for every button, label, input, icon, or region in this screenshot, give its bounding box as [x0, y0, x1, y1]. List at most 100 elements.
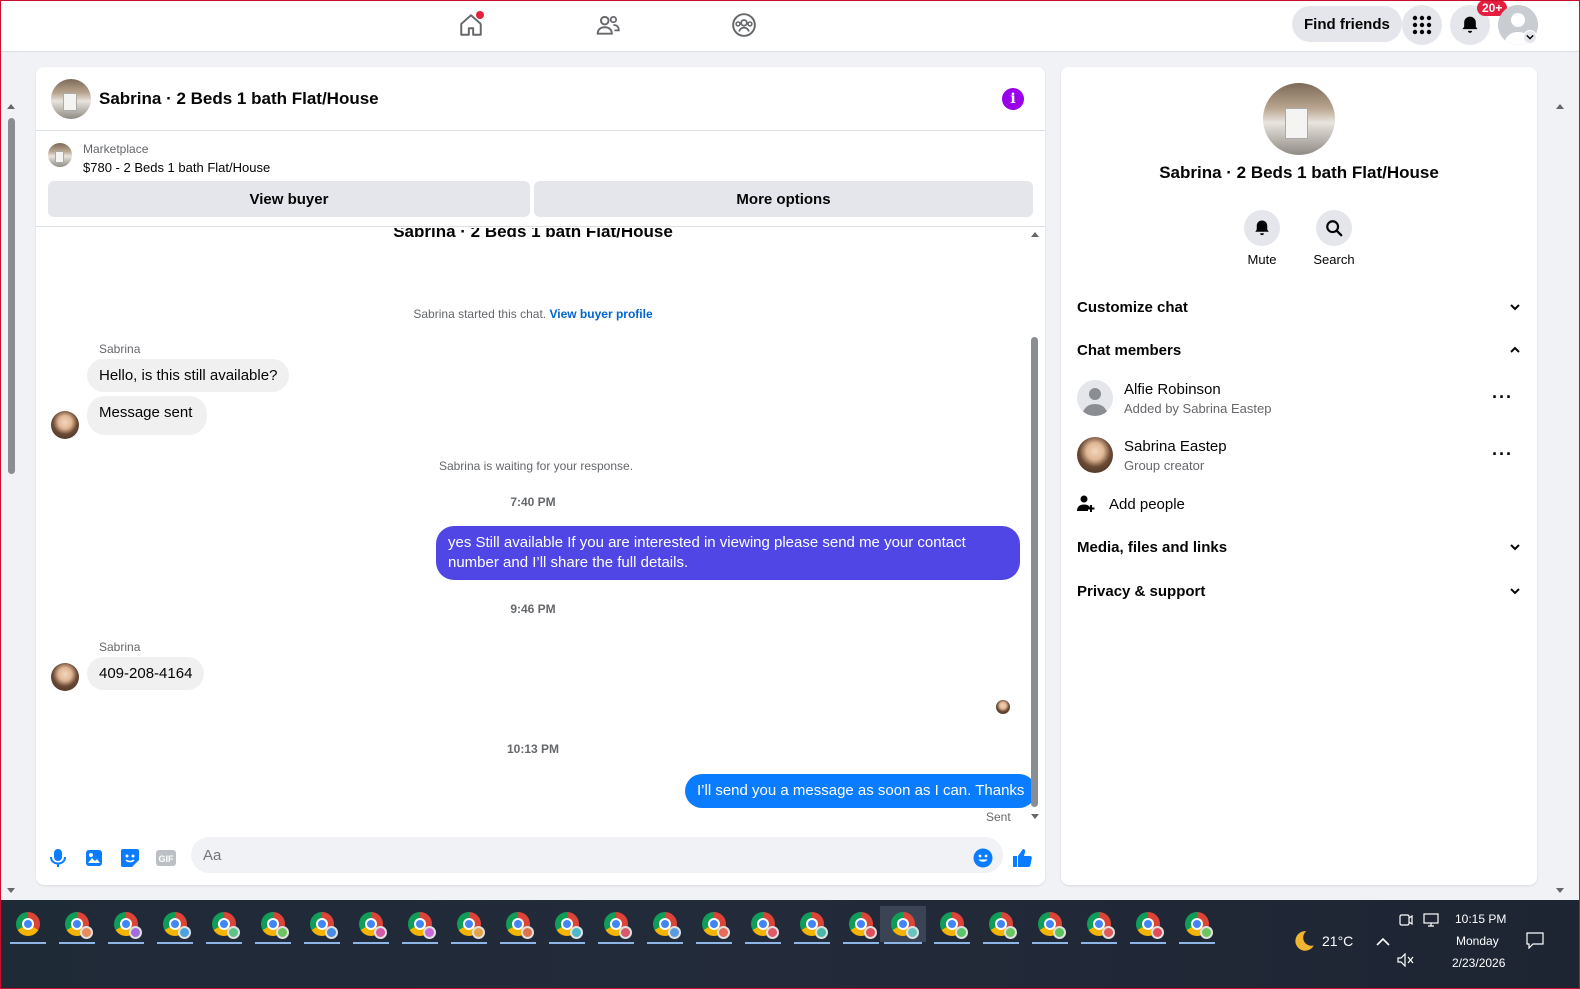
- sender-name: Sabrina: [99, 342, 141, 356]
- outgoing-message-bubble[interactable]: yes Still available If you are intereste…: [436, 526, 1020, 580]
- page-scrollbar-thumb[interactable]: [8, 118, 15, 474]
- sender-name: Sabrina: [99, 640, 141, 654]
- sender-avatar[interactable]: [51, 663, 79, 691]
- customize-chat-section[interactable]: Customize chat: [1077, 295, 1521, 319]
- message-input[interactable]: [191, 837, 1003, 873]
- clock-day[interactable]: Monday: [1456, 934, 1499, 948]
- groups-icon[interactable]: [724, 8, 764, 42]
- top-navigation-bar: Find friends 20+: [0, 0, 1580, 52]
- chat-info-name: Sabrina · 2 Beds 1 bath Flat/House: [1159, 163, 1439, 182]
- chrome-profile-taskbar-icon[interactable]: [300, 906, 344, 944]
- privacy-support-section[interactable]: Privacy & support: [1077, 579, 1521, 603]
- right-scroll-up-arrow-icon[interactable]: [1556, 104, 1564, 109]
- chat-info-avatar[interactable]: [1263, 83, 1335, 155]
- chat-avatar[interactable]: [51, 79, 91, 119]
- search-label[interactable]: Search: [1299, 252, 1369, 267]
- chrome-profile-taskbar-icon[interactable]: [1126, 906, 1170, 944]
- more-options-button[interactable]: More options: [534, 181, 1033, 217]
- find-friends-button[interactable]: Find friends: [1292, 6, 1402, 42]
- chrome-profile-taskbar-icon[interactable]: [594, 906, 638, 944]
- view-buyer-profile-link[interactable]: View buyer profile: [549, 307, 652, 321]
- weather-temperature[interactable]: 21°C: [1322, 933, 1353, 949]
- member-avatar[interactable]: [1077, 380, 1113, 416]
- volume-muted-icon[interactable]: [1397, 952, 1415, 972]
- account-chevron-down-icon[interactable]: [1523, 30, 1537, 44]
- more-options-icon[interactable]: ···: [1492, 387, 1513, 408]
- listing-thumbnail[interactable]: [48, 143, 72, 167]
- chrome-profile-taskbar-icon[interactable]: [979, 906, 1023, 944]
- search-icon[interactable]: [1316, 210, 1352, 246]
- chrome-profile-taskbar-icon[interactable]: [153, 906, 197, 944]
- menu-grid-icon[interactable]: [1402, 5, 1442, 45]
- mute-bell-icon[interactable]: [1244, 210, 1280, 246]
- chat-started-notice: Sabrina started this chat. View buyer pr…: [36, 307, 1033, 321]
- message-bubble[interactable]: Hello, is this still available?: [87, 359, 290, 392]
- chrome-profile-taskbar-icon[interactable]: [1077, 906, 1121, 944]
- scroll-up-arrow-icon[interactable]: [1031, 232, 1039, 237]
- privacy-support-label: Privacy & support: [1077, 582, 1206, 600]
- chat-title[interactable]: Sabrina · 2 Beds 1 bath Flat/House: [99, 89, 379, 109]
- chrome-profile-taskbar-icon[interactable]: [55, 906, 99, 944]
- chrome-profile-taskbar-icon[interactable]: [496, 906, 540, 944]
- microphone-icon[interactable]: [47, 847, 69, 869]
- message-scrollbar[interactable]: [1030, 232, 1040, 822]
- meet-now-icon[interactable]: [1399, 913, 1413, 932]
- chrome-profile-taskbar-icon[interactable]: [692, 906, 736, 944]
- add-people-button[interactable]: Add people: [1077, 492, 1521, 516]
- chrome-profile-taskbar-icon[interactable]: [202, 906, 246, 944]
- message-bubble[interactable]: 409-208-4164: [87, 657, 205, 690]
- listing-title[interactable]: $780 - 2 Beds 1 bath Flat/House: [83, 160, 270, 175]
- chat-members-section[interactable]: Chat members: [1077, 338, 1521, 362]
- more-options-icon[interactable]: ···: [1492, 444, 1513, 465]
- sticker-icon[interactable]: [119, 847, 141, 869]
- chrome-profile-taskbar-icon[interactable]: [398, 906, 442, 944]
- chrome-profile-taskbar-icon[interactable]: [1175, 906, 1219, 944]
- chrome-profile-taskbar-icon[interactable]: [1028, 906, 1072, 944]
- chrome-profile-taskbar-icon[interactable]: [643, 906, 687, 944]
- member-row[interactable]: Sabrina Eastep Group creator ···: [1077, 436, 1521, 480]
- chrome-profile-taskbar-icon[interactable]: [447, 906, 491, 944]
- weather-moon-icon[interactable]: [1290, 928, 1316, 959]
- gif-icon[interactable]: GIF: [155, 847, 177, 869]
- home-icon[interactable]: [451, 8, 491, 42]
- message-scrollbar-thumb[interactable]: [1031, 337, 1038, 807]
- friends-icon[interactable]: [588, 8, 628, 42]
- photo-icon[interactable]: [83, 847, 105, 869]
- marketplace-listing-row: Marketplace $780 - 2 Beds 1 bath Flat/Ho…: [36, 131, 1045, 227]
- message-list[interactable]: Sabrina · 2 Beds 1 bath Flat/House Sabri…: [36, 228, 1045, 828]
- chat-members-label: Chat members: [1077, 341, 1182, 359]
- clock-date[interactable]: 2/23/2026: [1452, 956, 1505, 970]
- clock-time[interactable]: 10:15 PM: [1455, 912, 1506, 926]
- chevron-down-icon: [1510, 304, 1520, 311]
- chrome-profile-taskbar-icon[interactable]: [790, 906, 834, 944]
- right-scroll-down-arrow-icon[interactable]: [1556, 888, 1564, 893]
- view-buyer-button[interactable]: View buyer: [48, 181, 530, 217]
- emoji-icon[interactable]: [972, 847, 994, 869]
- page-scrollbar[interactable]: [4, 100, 18, 893]
- chrome-profile-taskbar-icon[interactable]: [545, 906, 589, 944]
- chrome-profile-taskbar-icon[interactable]: [930, 906, 974, 944]
- chrome-profile-taskbar-icon[interactable]: [741, 906, 785, 944]
- show-hidden-icons-chevron-icon[interactable]: [1376, 934, 1390, 952]
- media-files-section[interactable]: Media, files and links: [1077, 535, 1521, 559]
- outgoing-message-bubble[interactable]: I’ll send you a message as soon as I can…: [685, 774, 1037, 808]
- notification-center-icon[interactable]: [1526, 932, 1544, 954]
- chrome-profile-taskbar-icon[interactable]: [251, 906, 295, 944]
- member-row[interactable]: Alfie Robinson Added by Sabrina Eastep ·…: [1077, 379, 1521, 423]
- mute-label[interactable]: Mute: [1227, 252, 1297, 267]
- scroll-up-arrow-icon[interactable]: [7, 104, 15, 109]
- chrome-profile-taskbar-icon-active[interactable]: [880, 906, 926, 944]
- chrome-profile-taskbar-icon[interactable]: [104, 906, 148, 944]
- scroll-down-arrow-icon[interactable]: [7, 888, 15, 893]
- scroll-down-arrow-icon[interactable]: [1031, 814, 1039, 819]
- member-avatar[interactable]: [1077, 437, 1113, 473]
- network-icon[interactable]: [1423, 913, 1439, 932]
- chrome-profile-taskbar-icon[interactable]: [349, 906, 393, 944]
- chrome-taskbar-icon[interactable]: [6, 906, 50, 944]
- like-thumb-icon[interactable]: [1011, 847, 1033, 869]
- message-bubble[interactable]: Message sent: [87, 396, 208, 435]
- sender-avatar[interactable]: [51, 411, 79, 439]
- chrome-profile-taskbar-icon[interactable]: [839, 906, 883, 944]
- chevron-up-icon: [1510, 346, 1520, 353]
- info-icon[interactable]: i: [1002, 88, 1024, 110]
